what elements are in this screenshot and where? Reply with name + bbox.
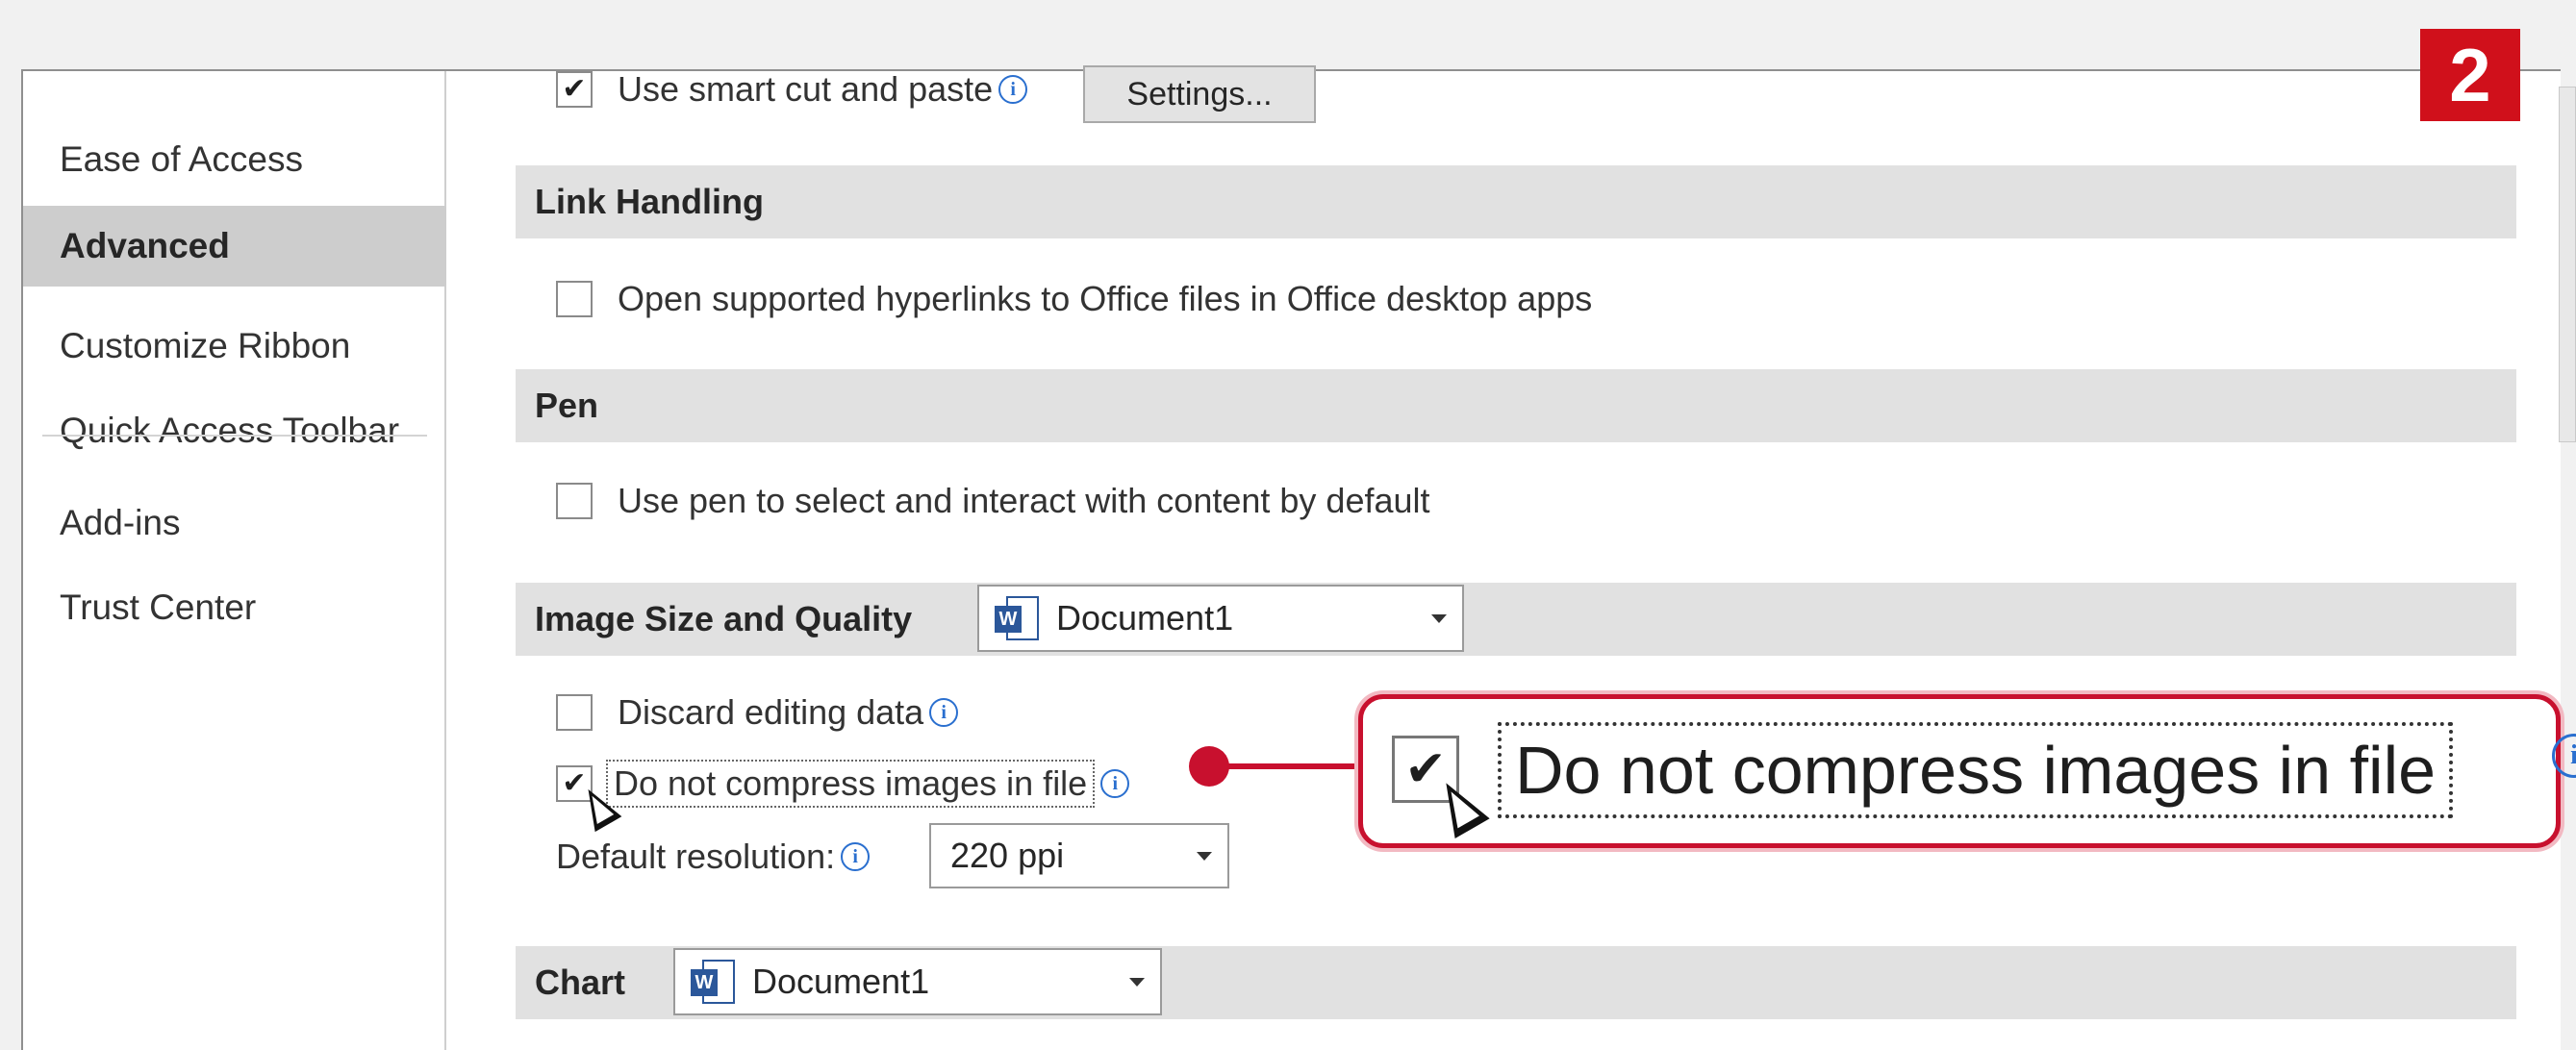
zoomed-label: Do not compress images in file xyxy=(1498,722,2454,818)
word-document-icon: W xyxy=(995,596,1039,640)
sidebar-item-advanced[interactable]: Advanced xyxy=(23,206,446,287)
section-title: Link Handling xyxy=(535,182,764,221)
smart-cut-label: Use smart cut and paste xyxy=(618,69,994,109)
chevron-down-icon xyxy=(1129,978,1145,987)
use-pen-label: Use pen to select and interact with cont… xyxy=(618,481,1430,520)
section-title: Image Size and Quality xyxy=(535,599,913,638)
settings-button[interactable]: Settings... xyxy=(1083,65,1316,123)
info-icon: i xyxy=(998,75,1028,104)
zoom-callout: ✔ Do not compress images in file i xyxy=(1358,694,2576,848)
section-title: Chart xyxy=(535,962,626,1002)
info-icon: i xyxy=(841,842,871,871)
default-resolution-row: Default resolution: i xyxy=(556,837,871,877)
select-value: Document1 xyxy=(1056,598,1234,638)
open-hyperlinks-checkbox[interactable] xyxy=(556,281,593,317)
step-number-badge: 2 xyxy=(2420,29,2520,121)
section-image-size-quality: Image Size and Quality xyxy=(516,583,2516,656)
no-compress-label: Do not compress images in file xyxy=(606,760,1096,808)
sidebar-divider xyxy=(42,435,427,437)
options-sidebar: Ease of Access Advanced Customize Ribbon… xyxy=(23,71,446,1050)
sidebar-item-quick-access-toolbar[interactable]: Quick Access Toolbar xyxy=(23,390,446,471)
info-icon: i xyxy=(929,698,959,727)
vertical-scrollbar[interactable] xyxy=(2559,87,2576,442)
smart-cut-option[interactable]: ✔ Use smart cut and paste i xyxy=(556,69,1028,110)
image-size-document-select[interactable]: W Document1 xyxy=(977,585,1464,652)
section-title: Pen xyxy=(535,386,599,425)
sidebar-item-add-ins[interactable]: Add-ins xyxy=(23,483,446,563)
info-icon: i xyxy=(2552,734,2576,778)
select-value: 220 ppi xyxy=(950,836,1065,875)
section-link-handling: Link Handling xyxy=(516,165,2516,238)
default-resolution-select[interactable]: 220 ppi xyxy=(929,823,1229,888)
info-icon: i xyxy=(1100,769,1130,798)
use-pen-option[interactable]: Use pen to select and interact with cont… xyxy=(556,481,1430,521)
use-pen-checkbox[interactable] xyxy=(556,483,593,519)
checkmark-icon: ✔ xyxy=(562,73,587,105)
section-pen: Pen xyxy=(516,369,2516,442)
open-hyperlinks-option[interactable]: Open supported hyperlinks to Office file… xyxy=(556,279,1592,319)
default-resolution-label: Default resolution: xyxy=(556,837,836,876)
chevron-down-icon xyxy=(1431,614,1447,623)
sidebar-item-customize-ribbon[interactable]: Customize Ribbon xyxy=(23,306,446,387)
open-hyperlinks-label: Open supported hyperlinks to Office file… xyxy=(618,279,1593,318)
smart-cut-checkbox[interactable]: ✔ xyxy=(556,71,593,108)
sidebar-item-ease-of-access[interactable]: Ease of Access xyxy=(23,119,446,200)
no-compress-option[interactable]: ✔ Do not compress images in file i xyxy=(556,760,1130,808)
discard-editing-data-checkbox[interactable] xyxy=(556,694,593,731)
chevron-down-icon xyxy=(1197,852,1212,861)
discard-editing-data-label: Discard editing data xyxy=(618,692,924,732)
select-value: Document1 xyxy=(752,962,930,1001)
callout-connector xyxy=(1208,763,1362,769)
discard-editing-data-option[interactable]: Discard editing data i xyxy=(556,692,959,733)
sidebar-item-trust-center[interactable]: Trust Center xyxy=(23,567,446,648)
word-document-icon: W xyxy=(691,960,735,1004)
chart-document-select[interactable]: W Document1 xyxy=(673,948,1162,1015)
